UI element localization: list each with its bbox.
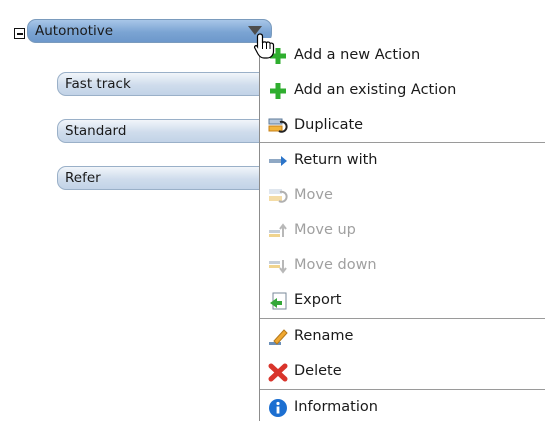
menu-item-label: Move up [294,222,356,238]
menu-item-label: Move [294,187,333,203]
menu-item-rename[interactable]: Rename [260,319,545,354]
menu-item-label: Duplicate [294,117,364,133]
menu-item-add-new-action[interactable]: Add a new Action [260,38,545,73]
menu-item-label: Rename [294,328,354,344]
tree-node-child[interactable]: Refer [57,166,269,190]
rename-pencil-icon [269,329,288,345]
menu-item-move[interactable]: Move [260,178,545,213]
menu-item-label: Add an existing Action [294,82,457,98]
menu-item-label: Export [294,292,342,308]
move-up-icon [269,223,287,237]
tree-node-child-label: Standard [65,123,127,139]
return-arrow-icon [269,156,287,166]
information-icon [269,399,287,417]
menu-item-export[interactable]: Export [260,283,545,318]
move-down-icon [269,260,287,274]
green-plus-icon [270,83,286,99]
tree-node-child-label: Fast track [65,76,131,92]
menu-item-label: Return with [294,152,378,168]
tree-node-root[interactable]: Automotive [27,19,272,43]
menu-item-label: Delete [294,363,342,379]
menu-item-label: Information [294,399,378,415]
menu-item-information[interactable]: Information [260,390,545,425]
context-menu: Add a new Action Add an existing Action … [259,38,545,421]
menu-item-return-with[interactable]: Return with [260,143,545,178]
menu-item-move-up[interactable]: Move up [260,213,545,248]
export-icon [270,292,287,310]
duplicate-icon [268,118,288,133]
tree-node-root-label: Automotive [35,23,114,39]
menu-item-add-existing-action[interactable]: Add an existing Action [260,73,545,108]
menu-item-label: Move down [294,257,377,273]
menu-item-label: Add a new Action [294,47,421,63]
menu-item-delete[interactable]: Delete [260,354,545,389]
tree-node-child-label: Refer [65,170,101,186]
collapse-toggle-icon[interactable] [14,28,25,39]
move-icon [269,189,288,203]
delete-x-icon [268,363,288,382]
tree-node-child[interactable]: Fast track [57,72,269,96]
menu-item-duplicate[interactable]: Duplicate [260,108,545,143]
menu-item-move-down[interactable]: Move down [260,248,545,283]
hand-cursor-icon [253,33,275,59]
tree-node-child[interactable]: Standard [57,119,269,143]
